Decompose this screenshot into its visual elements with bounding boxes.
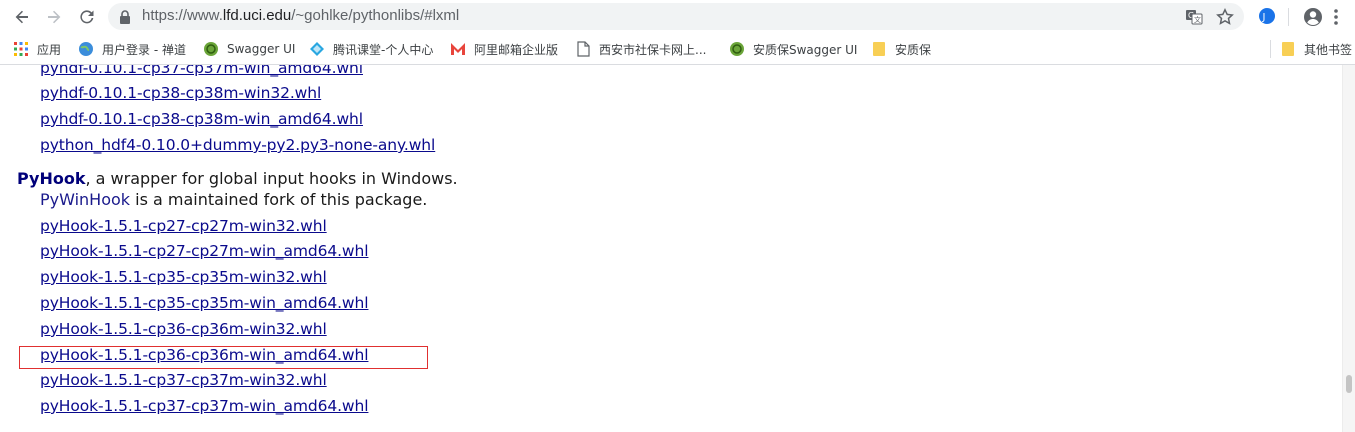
file-link[interactable]: pyHook-1.5.1-cp37-cp37m-win_amd64.whl: [40, 396, 369, 416]
profile-button[interactable]: [1303, 7, 1323, 31]
file-link[interactable]: pyhdf-0.10.1-cp38-cp38m-win32.whl: [40, 83, 321, 103]
swagger-icon: [203, 41, 219, 57]
svg-text:J: J: [1262, 12, 1266, 23]
lock-icon: [120, 10, 130, 24]
bookmark-ali-mail[interactable]: 阿里邮箱企业版: [450, 40, 558, 58]
star-icon[interactable]: [1216, 8, 1234, 26]
package-title[interactable]: PyHook: [17, 169, 85, 188]
fork-text: is a maintained fork of this package.: [130, 190, 428, 209]
toolbar-divider: [1288, 8, 1289, 26]
mail-m-icon: [450, 41, 466, 57]
bookmark-label: 安质保Swagger UI: [753, 42, 858, 57]
bookmark-aqb-swagger[interactable]: 安质保Swagger UI: [729, 40, 857, 58]
bookmark-other[interactable]: 其他书签: [1280, 40, 1352, 58]
tencent-classroom-icon: [309, 41, 325, 57]
browser-toolbar: https://www.lfd.uci.edu/~gohlke/pythonli…: [0, 0, 1355, 33]
bookmark-apps[interactable]: 应用: [13, 40, 61, 58]
bookmark-label: 阿里邮箱企业版: [474, 42, 559, 57]
reload-icon: [80, 10, 94, 24]
file-link[interactable]: pyHook-1.5.1-cp36-cp36m-win32.whl: [40, 319, 327, 339]
bookmark-label: Swagger UI: [227, 42, 296, 56]
file-link[interactable]: pyHook-1.5.1-cp35-cp35m-win_amd64.whl: [40, 293, 369, 313]
arrow-left-icon: [15, 10, 28, 24]
bookmark-label: 应用: [37, 42, 62, 57]
url-path: /~gohlke/pythonlibs/#lxml: [291, 7, 460, 24]
reload-button[interactable]: [74, 4, 100, 30]
file-link[interactable]: python_hdf4-0.10.0+dummy-py2.py3-none-an…: [40, 135, 435, 155]
file-link[interactable]: pyHook-1.5.1-cp37-cp37m-win32.whl: [40, 370, 327, 390]
file-link[interactable]: pyHook-1.5.1-cp27-cp27m-win_amd64.whl: [40, 241, 369, 261]
swagger-icon: [729, 41, 745, 57]
folder-icon: [1280, 41, 1296, 57]
bookmark-tencent[interactable]: 腾讯课堂-个人中心: [309, 40, 433, 58]
bookmark-label: 其他书签: [1304, 42, 1353, 57]
page-icon: [575, 41, 591, 57]
fork-link[interactable]: PyWinHook: [40, 190, 130, 209]
globe-icon: [78, 41, 94, 57]
file-link[interactable]: pyhdf-0.10.1-cp38-cp38m-win_amd64.whl: [40, 109, 363, 129]
account-circle-icon: [1304, 8, 1322, 26]
bookmark-label: 安质保: [895, 42, 932, 57]
package-heading: PyHook, a wrapper for global input hooks…: [17, 169, 458, 188]
bookmark-zentao[interactable]: 用户登录 - 禅道: [78, 40, 186, 58]
apps-grid-icon: [13, 41, 29, 57]
address-bar[interactable]: https://www.lfd.uci.edu/~gohlke/pythonli…: [108, 3, 1244, 30]
scrollbar-thumb[interactable]: [1346, 375, 1352, 393]
vertical-scrollbar[interactable]: [1342, 65, 1355, 432]
package-description: , a wrapper for global input hooks in Wi…: [85, 169, 458, 188]
more-vert-icon: [1334, 9, 1338, 25]
translate-icon[interactable]: G 文: [1185, 8, 1203, 26]
bookmark-aqb-folder[interactable]: 安质保: [871, 40, 931, 58]
url-host: lfd.uci.edu: [222, 7, 292, 24]
arrow-right-icon: [48, 10, 61, 24]
extension-button[interactable]: J: [1258, 7, 1276, 29]
highlight-annotation-box: [19, 346, 428, 369]
bookmarks-bar: 应用 用户登录 - 禅道 Swagger UI 腾讯课堂-个人中心 阿里邮箱企业…: [0, 33, 1355, 65]
folder-icon: [871, 41, 887, 57]
url-text: https://www.lfd.uci.edu/~gohlke/pythonli…: [142, 7, 459, 24]
page-content: pyhdf-0.10.1-cp37-cp37m-win_amd64.whl py…: [0, 65, 1342, 432]
bookmark-label: 西安市社保卡网上...: [599, 42, 707, 57]
bookmark-label: 用户登录 - 禅道: [102, 42, 186, 57]
file-link[interactable]: pyhdf-0.10.1-cp37-cp37m-win_amd64.whl: [40, 65, 363, 78]
back-button[interactable]: [9, 4, 35, 30]
extension-icon: J: [1259, 8, 1275, 24]
forward-button[interactable]: [41, 4, 67, 30]
bookmark-xian-social[interactable]: 西安市社保卡网上...: [575, 40, 706, 58]
svg-text:文: 文: [1194, 15, 1201, 24]
bookmarks-divider: [1270, 40, 1271, 58]
bookmark-label: 腾讯课堂-个人中心: [333, 42, 434, 57]
fork-note: PyWinHook is a maintained fork of this p…: [40, 190, 427, 209]
menu-button[interactable]: [1333, 8, 1339, 30]
file-link[interactable]: pyHook-1.5.1-cp35-cp35m-win32.whl: [40, 267, 327, 287]
url-prefix: https://www.: [142, 7, 223, 24]
file-link[interactable]: pyHook-1.5.1-cp27-cp27m-win32.whl: [40, 216, 327, 236]
bookmark-swagger[interactable]: Swagger UI: [203, 40, 295, 58]
